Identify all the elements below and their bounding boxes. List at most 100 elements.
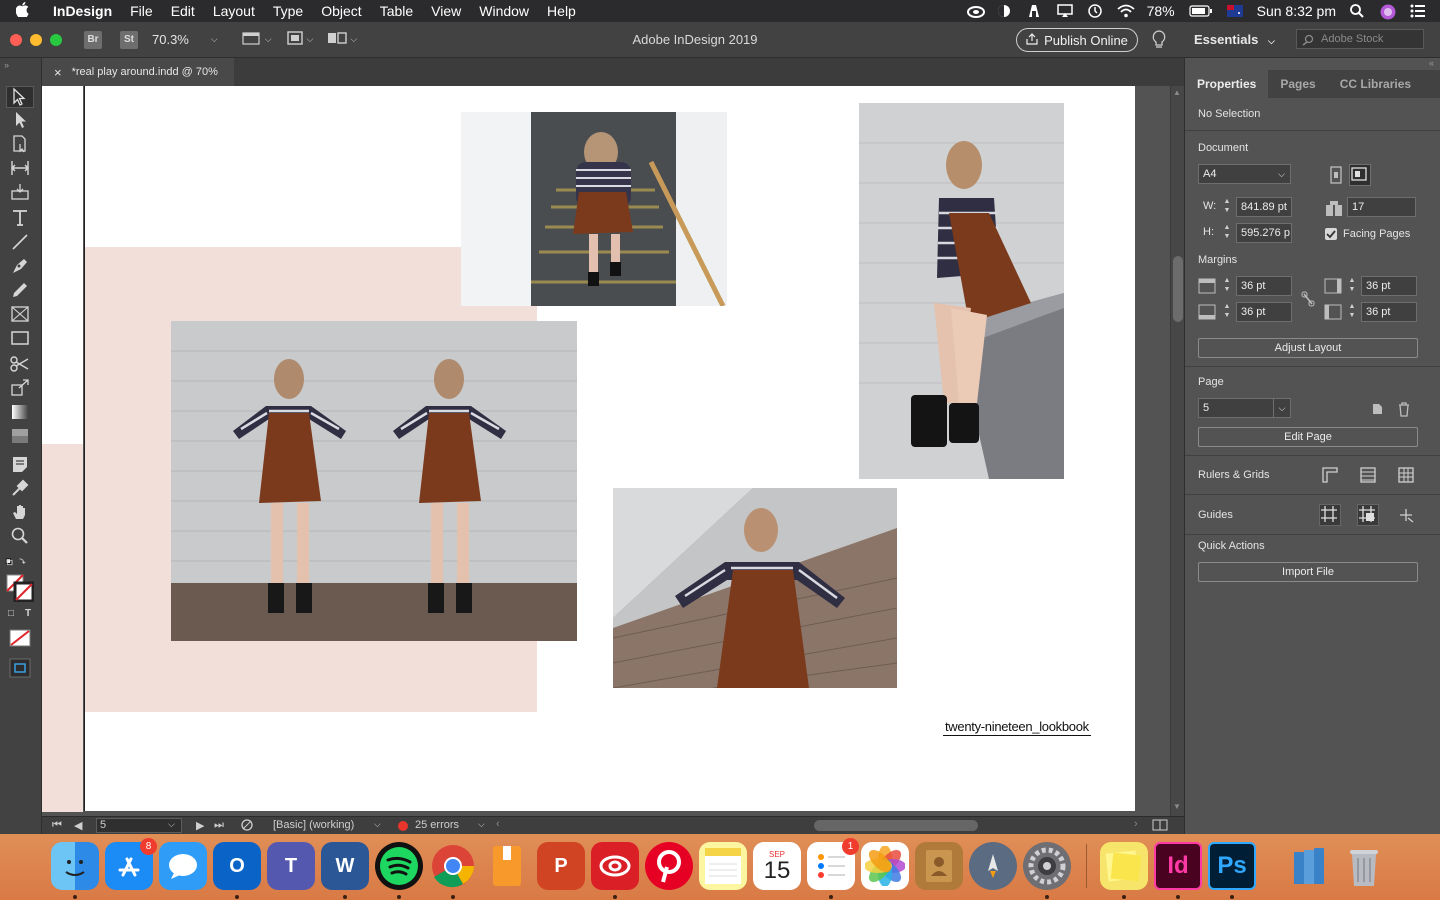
menu-type[interactable]: Type	[264, 3, 312, 19]
link-margins-icon[interactable]	[1299, 290, 1317, 308]
menubar-clock[interactable]: Sun 8:32 pm	[1257, 3, 1336, 19]
downloads-stack-icon[interactable]	[1286, 842, 1334, 890]
margin-top-stepper-icon[interactable]: ▲ ▼	[1221, 276, 1233, 296]
workspace-switcher[interactable]: Essentials ⌵	[1194, 32, 1275, 47]
menu-layout[interactable]: Layout	[204, 3, 264, 19]
note-tool-icon[interactable]	[9, 454, 31, 474]
document-grid-icon[interactable]	[1397, 466, 1415, 484]
bridge-button[interactable]: Br	[84, 30, 102, 49]
gap-tool-icon[interactable]	[9, 158, 31, 178]
eyedropper-tool-icon[interactable]	[9, 478, 31, 498]
vertical-scroll-thumb[interactable]	[1173, 256, 1183, 322]
battery-icon[interactable]	[1189, 4, 1213, 18]
notes-icon[interactable]	[699, 842, 747, 890]
tab-pages[interactable]: Pages	[1268, 70, 1327, 98]
calendar-icon[interactable]: SEP 15	[753, 842, 801, 890]
photoshop-icon[interactable]: Ps	[1208, 842, 1256, 890]
panel-collapse-icon[interactable]: «	[1429, 58, 1434, 68]
baseline-grid-icon[interactable]	[1359, 466, 1377, 484]
scissors-tool-icon[interactable]	[9, 354, 31, 374]
outlook-icon[interactable]: O	[213, 842, 261, 890]
fill-stroke-swatch[interactable]	[6, 574, 35, 603]
finder-icon[interactable]	[51, 842, 99, 890]
horizontal-scroll-thumb[interactable]	[814, 820, 978, 831]
spread-page[interactable]: twenty-nineteen_lookbook	[84, 86, 1135, 811]
type-tool-icon[interactable]	[9, 208, 31, 228]
page-dropdown-chevron-icon[interactable]: ⌵	[168, 819, 175, 830]
app-store-icon[interactable]: 8	[105, 838, 157, 890]
first-spread-icon[interactable]: ⏮	[52, 819, 62, 832]
next-spread-icon[interactable]: ▶	[196, 819, 204, 832]
input-source-flag-icon[interactable]	[1226, 4, 1243, 18]
format-text-icon[interactable]: T	[25, 608, 31, 619]
number-of-pages-field[interactable]: 17	[1347, 197, 1416, 217]
word-icon[interactable]: W	[321, 842, 369, 890]
minimize-window-button[interactable]	[30, 33, 42, 46]
close-window-button[interactable]	[10, 33, 22, 46]
line-tool-icon[interactable]	[9, 232, 31, 252]
tools-collapse-icon[interactable]: »	[4, 60, 9, 70]
document-width-field[interactable]: 841.89 pt	[1236, 197, 1292, 217]
document-height-field[interactable]: 595.276 p	[1236, 223, 1292, 243]
direct-selection-tool-icon[interactable]	[9, 110, 31, 130]
menu-help[interactable]: Help	[538, 3, 585, 19]
tab-cc-libraries[interactable]: CC Libraries	[1328, 70, 1423, 98]
new-page-icon[interactable]	[1369, 400, 1387, 418]
lock-guides-icon[interactable]	[1397, 506, 1415, 524]
battery-percent[interactable]: 78%	[1147, 3, 1175, 19]
height-stepper-icon[interactable]: ▲ ▼	[1221, 223, 1233, 243]
scroll-right-icon[interactable]: ›	[1134, 818, 1138, 830]
content-collector-tool-icon[interactable]	[9, 182, 31, 202]
arrange-documents-chevron-icon[interactable]: ⌵	[350, 34, 357, 45]
gradient-swatch-tool-icon[interactable]	[9, 402, 31, 422]
apple-menu-icon[interactable]	[0, 1, 44, 21]
width-stepper-icon[interactable]: ▲ ▼	[1221, 197, 1233, 217]
zoom-window-button[interactable]	[50, 33, 62, 46]
last-spread-icon[interactable]: ⏭	[214, 819, 224, 832]
ibooks-icon[interactable]	[483, 842, 531, 890]
scroll-down-icon[interactable]: ▼	[1173, 802, 1181, 811]
document-preset-select[interactable]: A4 ⌵	[1198, 164, 1291, 184]
rectangle-tool-icon[interactable]	[9, 328, 31, 348]
menu-object[interactable]: Object	[312, 3, 370, 19]
alfred-icon[interactable]	[1027, 4, 1043, 18]
airplay-icon[interactable]	[1056, 4, 1073, 18]
preflight-error-indicator-icon[interactable]	[398, 821, 408, 831]
vertical-scrollbar[interactable]: ▲ ▼	[1170, 86, 1184, 816]
margin-bottom-field[interactable]: 36 pt	[1236, 302, 1292, 322]
creative-cloud-menu-icon[interactable]	[966, 4, 985, 18]
photos-icon[interactable]	[861, 842, 909, 890]
night-mode-icon[interactable]	[997, 4, 1013, 18]
preflight-errors-count[interactable]: 25 errors	[415, 819, 459, 831]
contacts-icon[interactable]	[915, 842, 963, 890]
menu-edit[interactable]: Edit	[162, 3, 204, 19]
publish-online-button[interactable]: Publish Online	[1016, 28, 1138, 52]
selection-tool-icon[interactable]	[6, 86, 34, 108]
previous-spread-icon[interactable]: ◀	[74, 819, 82, 832]
margin-right-stepper-icon[interactable]: ▲ ▼	[1346, 302, 1358, 322]
margin-right-field[interactable]: 36 pt	[1361, 276, 1417, 296]
rectangle-frame-tool-icon[interactable]	[9, 304, 31, 324]
stickies-icon[interactable]	[1100, 842, 1148, 890]
margin-left-stepper-icon[interactable]: ▲ ▼	[1346, 276, 1358, 296]
page-tool-icon[interactable]	[9, 134, 31, 154]
launchpad-icon[interactable]	[969, 842, 1017, 890]
document-tab[interactable]: × *real play around.indd @ 70%	[42, 58, 234, 86]
profile-chevron-icon[interactable]: ⌵	[374, 819, 381, 830]
landscape-orientation-icon[interactable]	[1349, 164, 1371, 186]
edit-page-button[interactable]: Edit Page	[1198, 427, 1418, 447]
siri-icon[interactable]	[1380, 4, 1396, 20]
menu-file[interactable]: File	[121, 3, 162, 19]
screen-mode-chevron-icon[interactable]: ⌵	[307, 34, 314, 45]
gradient-feather-tool-icon[interactable]	[9, 426, 31, 446]
split-window-icon[interactable]	[1152, 819, 1168, 834]
view-options-icon[interactable]	[242, 30, 262, 49]
view-options-chevron-icon[interactable]: ⌵	[265, 34, 272, 45]
apply-none-icon[interactable]	[9, 629, 31, 647]
photo-hands-on-hips-frame[interactable]	[613, 488, 897, 688]
show-guides-icon[interactable]	[1319, 504, 1341, 526]
menu-window[interactable]: Window	[470, 3, 538, 19]
spotlight-search-icon[interactable]	[1350, 4, 1366, 18]
wifi-icon[interactable]	[1116, 4, 1135, 18]
open-in-window-icon[interactable]	[240, 818, 254, 835]
